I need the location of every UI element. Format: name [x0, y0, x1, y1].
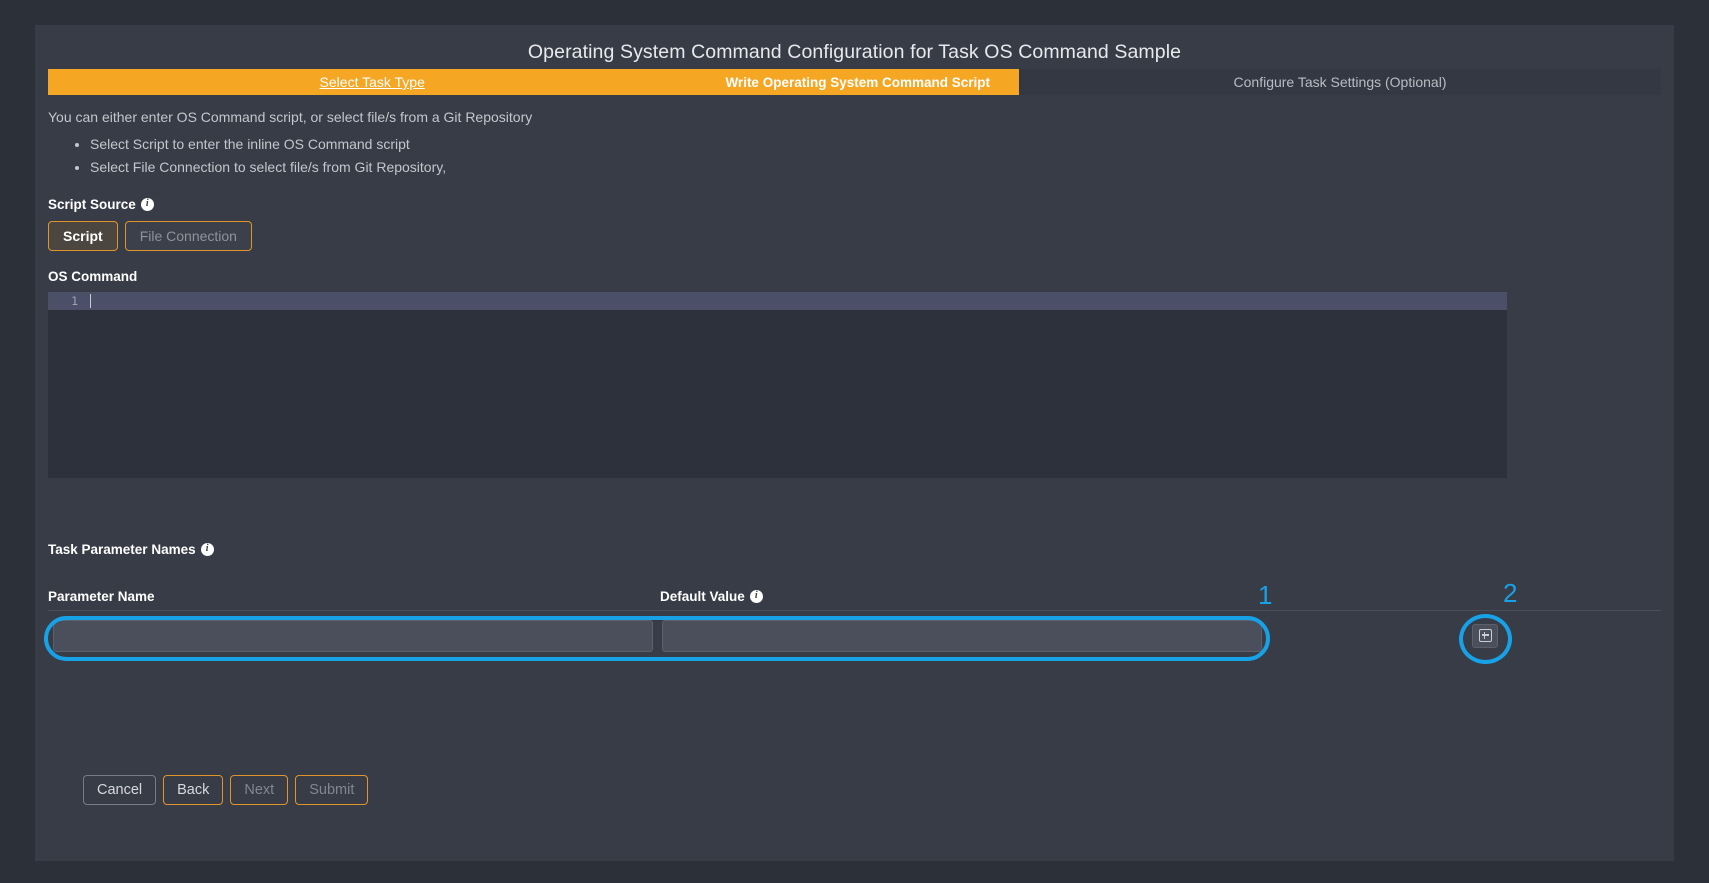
script-source-toggle-group: Script File Connection	[48, 220, 1661, 251]
editor-active-line[interactable]: 1	[48, 291, 1507, 310]
os-command-label-text: OS Command	[48, 268, 138, 284]
table-row	[48, 619, 1661, 652]
info-icon[interactable]: i	[200, 542, 214, 556]
column-header-parameter-name: Parameter Name	[48, 589, 660, 604]
script-source-label: Script Source i	[48, 197, 1661, 212]
wizard-tab-bar: Select Task Type Write Operating System …	[48, 69, 1661, 95]
cancel-button[interactable]: Cancel	[83, 775, 157, 805]
next-button[interactable]: Next	[230, 775, 289, 805]
script-source-option-file-connection[interactable]: File Connection	[124, 220, 252, 251]
editor-line-number: 1	[71, 293, 78, 308]
modal-content: You can either enter OS Command script, …	[48, 109, 1661, 652]
column-header-default-value-label: Default Value	[660, 588, 745, 604]
task-parameter-names-label-text: Task Parameter Names	[48, 541, 196, 557]
column-header-parameter-name-label: Parameter Name	[48, 588, 155, 604]
parameter-table-header: Parameter Name Default Value i	[48, 589, 1661, 611]
page-title: Operating System Command Configuration f…	[527, 41, 1182, 63]
intro-bullet-list: Select Script to enter the inline OS Com…	[90, 135, 1661, 177]
tab-configure-task-settings-label: Configure Task Settings (Optional)	[1233, 74, 1447, 90]
parameter-name-input[interactable]	[53, 619, 653, 652]
script-source-option-file-connection-label: File Connection	[139, 227, 237, 244]
task-parameter-names-label: Task Parameter Names i	[48, 542, 1661, 557]
add-parameter-button[interactable]	[1472, 623, 1498, 648]
script-source-option-script-label: Script	[63, 227, 103, 244]
os-command-label: OS Command	[48, 269, 1661, 284]
tab-write-os-command-script[interactable]: Write Operating System Command Script	[696, 69, 1020, 95]
os-command-code-editor[interactable]: 1	[48, 291, 1507, 478]
default-value-input[interactable]	[662, 619, 1262, 652]
tab-configure-task-settings[interactable]: Configure Task Settings (Optional)	[1019, 69, 1661, 95]
tab-select-task-type[interactable]: Select Task Type	[48, 69, 697, 95]
script-source-option-script[interactable]: Script	[48, 220, 118, 251]
plus-square-icon	[1478, 629, 1492, 643]
os-command-config-modal: Operating System Command Configuration f…	[35, 25, 1674, 861]
back-button[interactable]: Back	[163, 775, 224, 805]
tab-select-task-type-label: Select Task Type	[319, 74, 425, 90]
column-header-default-value: Default Value i	[660, 589, 1661, 604]
intro-text: You can either enter OS Command script, …	[48, 109, 533, 125]
tab-write-os-command-script-label: Write Operating System Command Script	[725, 74, 990, 90]
info-icon[interactable]: i	[140, 197, 154, 211]
app-page: Operating System Command Configuration f…	[0, 0, 1709, 883]
modal-footer: Cancel Back Next Submit	[83, 775, 369, 805]
text-caret	[90, 293, 91, 308]
list-item: Select Script to enter the inline OS Com…	[90, 135, 1661, 154]
info-icon[interactable]: i	[749, 589, 763, 603]
list-item: Select File Connection to select file/s …	[90, 158, 1661, 177]
submit-button[interactable]: Submit	[295, 775, 369, 805]
script-source-label-text: Script Source	[48, 196, 136, 212]
